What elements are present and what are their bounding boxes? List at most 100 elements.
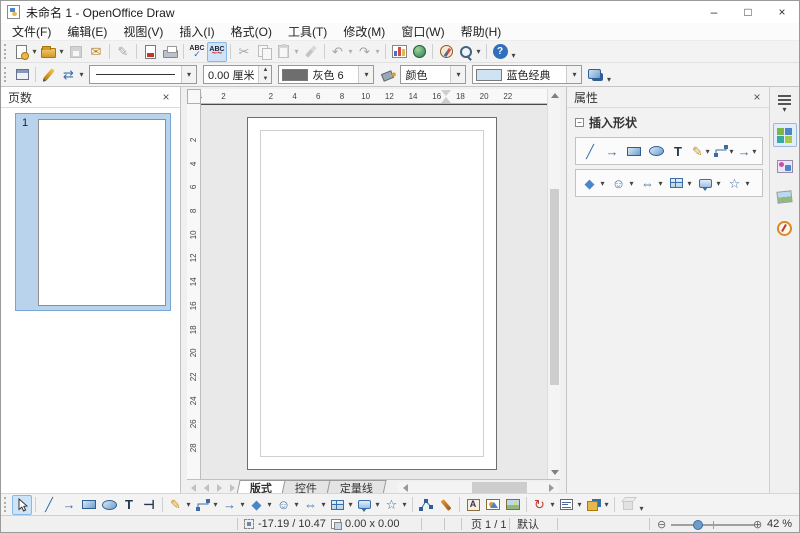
menu-item[interactable]: 工具(T): [280, 22, 335, 41]
toolbar-grip[interactable]: [4, 497, 8, 512]
chevron-down-icon[interactable]: ▾: [358, 66, 373, 83]
line-dialog-button[interactable]: [39, 65, 59, 85]
zoom-slider-thumb[interactable]: [693, 520, 703, 530]
zoom-in-button[interactable]: ⊕: [753, 516, 762, 532]
ellipse-tool[interactable]: [646, 141, 666, 161]
chevron-down-icon[interactable]: ▾: [744, 179, 751, 188]
arrow-style-button[interactable]: ⇄▾: [59, 65, 86, 85]
chevron-down-icon[interactable]: ▾: [374, 500, 381, 509]
menu-item[interactable]: 格式(O): [223, 22, 280, 41]
fill-color-combobox[interactable]: 蓝色经典▾: [472, 65, 582, 84]
chevron-down-icon[interactable]: ▾: [715, 179, 722, 188]
text-tool[interactable]: T: [119, 495, 139, 515]
zoom-out-button[interactable]: ⊖: [657, 516, 666, 532]
vertical-ruler[interactable]: 246810121416182022242628: [187, 104, 201, 479]
fill-type-combobox[interactable]: 颜色▾: [400, 65, 466, 84]
chevron-down-icon[interactable]: ▾: [293, 500, 300, 509]
hyperlink-button[interactable]: [409, 42, 429, 62]
maximize-button[interactable]: □: [731, 1, 765, 23]
scroll-left-button[interactable]: [398, 484, 412, 492]
page-template-field[interactable]: 默认: [517, 516, 539, 532]
basic-shapes-tool[interactable]: ◆▾: [247, 495, 274, 515]
arrow-tool[interactable]: →: [59, 495, 79, 515]
shadow-button[interactable]: [585, 65, 605, 85]
ellipse-tool[interactable]: [99, 495, 119, 515]
curve-tool[interactable]: ✎▾: [690, 141, 711, 161]
sidebar-tab-properties[interactable]: [773, 123, 797, 147]
chevron-down-icon[interactable]: ▾: [185, 500, 192, 509]
stars-tool[interactable]: ☆▾: [725, 173, 752, 193]
callouts-tool[interactable]: ▾: [355, 495, 382, 515]
title-bar[interactable]: 未命名 1 - OpenOffice Draw – □ ×: [1, 1, 799, 23]
area-dialog-button[interactable]: [377, 65, 397, 85]
line-width-spinner[interactable]: 0.00 厘米▲▼: [203, 65, 272, 84]
horizontal-ruler[interactable]: 42246810121416182022: [201, 89, 547, 104]
properties-panel-close-icon[interactable]: ×: [750, 90, 764, 104]
chevron-down-icon[interactable]: ▾: [729, 147, 733, 156]
callouts-tool[interactable]: ▾: [696, 173, 723, 193]
chevron-down-icon[interactable]: ▾: [450, 66, 465, 83]
basic-shapes-tool[interactable]: ◆▾: [580, 173, 607, 193]
chevron-down-icon[interactable]: ▾: [212, 500, 219, 509]
chevron-down-icon[interactable]: ▾: [603, 500, 610, 509]
select-tool[interactable]: [12, 495, 32, 515]
drawing-page[interactable]: [247, 117, 497, 470]
glue-points-button[interactable]: [436, 495, 456, 515]
stars-tool[interactable]: ☆▾: [382, 495, 409, 515]
sidebar-tab-gallery[interactable]: [773, 154, 797, 178]
chevron-down-icon[interactable]: ▾: [686, 179, 693, 188]
email-button[interactable]: ✉: [86, 42, 106, 62]
margin-marker-icon[interactable]: [441, 90, 451, 103]
chevron-down-icon[interactable]: ▾: [549, 500, 556, 509]
sidebar-tab-media[interactable]: [773, 185, 797, 209]
help-button[interactable]: ?: [490, 42, 510, 62]
gallery-button[interactable]: [503, 495, 523, 515]
block-arrows-tool[interactable]: ⇔▾: [638, 173, 665, 193]
chevron-down-icon[interactable]: ▾: [347, 500, 354, 509]
rectangle-tool[interactable]: [624, 141, 644, 161]
rectangle-tool[interactable]: [79, 495, 99, 515]
vertical-text-tool[interactable]: ⊣: [139, 495, 159, 515]
toolbar-overflow-button[interactable]: ▾: [605, 75, 612, 84]
menu-item[interactable]: 插入(I): [171, 22, 222, 41]
page-thumbnail-preview[interactable]: [38, 119, 166, 306]
minimize-button[interactable]: –: [697, 1, 731, 23]
menu-item[interactable]: 帮助(H): [453, 22, 510, 41]
line-style-combobox[interactable]: ▾: [89, 65, 197, 84]
chevron-down-icon[interactable]: ▾: [31, 47, 38, 56]
insert-from-file-button[interactable]: [483, 495, 503, 515]
toolbar-overflow-button[interactable]: ▾: [510, 51, 517, 60]
flowchart-tool[interactable]: ▾: [667, 173, 694, 193]
spinner-arrows[interactable]: ▲▼: [258, 66, 271, 83]
collapse-icon[interactable]: −: [575, 118, 584, 127]
toolbar-grip[interactable]: [4, 44, 8, 59]
open-button[interactable]: ▾: [39, 42, 66, 62]
insert-chart-button[interactable]: [389, 42, 409, 62]
spin-down-icon[interactable]: ▼: [259, 75, 271, 84]
scroll-down-button[interactable]: [549, 466, 560, 479]
curve-tool[interactable]: ✎▾: [166, 495, 193, 515]
menu-item[interactable]: 窗口(W): [393, 22, 452, 41]
chevron-down-icon[interactable]: ▾: [705, 147, 710, 156]
print-button[interactable]: [160, 42, 180, 62]
flowchart-tool[interactable]: ▾: [328, 495, 355, 515]
chevron-down-icon[interactable]: ▾: [628, 179, 635, 188]
spellcheck-button[interactable]: ABC✓: [187, 42, 207, 62]
menu-item[interactable]: 视图(V): [115, 22, 171, 41]
vertical-scrollbar-thumb[interactable]: [550, 189, 559, 385]
scroll-up-button[interactable]: [549, 89, 560, 102]
connector-tool[interactable]: ▾: [713, 141, 734, 161]
line-color-combobox[interactable]: 灰色 6▾: [278, 65, 374, 84]
new-document-button[interactable]: ▾: [12, 42, 39, 62]
edit-points-button[interactable]: [416, 495, 436, 515]
export-pdf-button[interactable]: [140, 42, 160, 62]
line-tool[interactable]: ╱: [39, 495, 59, 515]
chevron-down-icon[interactable]: ▾: [320, 500, 327, 509]
symbol-shapes-tool[interactable]: ☺▾: [609, 173, 636, 193]
chevron-down-icon[interactable]: ▾: [78, 70, 85, 79]
auto-spellcheck-toggle[interactable]: ABC~~: [207, 42, 227, 62]
arrow-tool[interactable]: →: [602, 141, 622, 161]
chevron-down-icon[interactable]: ▾: [401, 500, 408, 509]
chevron-down-icon[interactable]: ▾: [576, 500, 583, 509]
chevron-down-icon[interactable]: ▾: [58, 47, 65, 56]
